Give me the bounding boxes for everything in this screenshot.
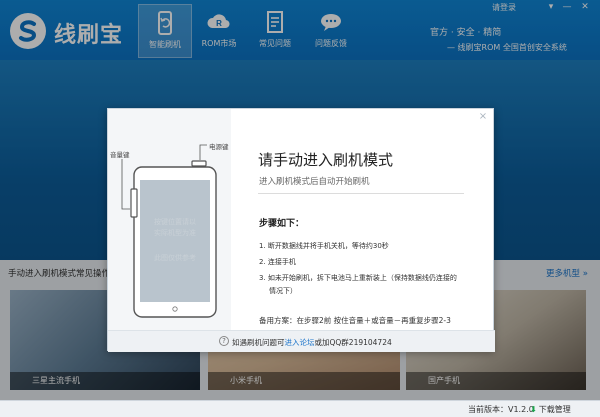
volume-key-label: 音量键	[110, 151, 130, 159]
dialog-title: 请手动进入刷机模式	[258, 151, 394, 169]
status-bar: 当前版本：V1.2.0 ⬇ 下载管理	[0, 400, 600, 417]
download-manager-button[interactable]: ⬇ 下载管理	[530, 404, 571, 415]
phone-screen-note-ref: 此图仅供参考	[154, 254, 196, 262]
dialog-footer: ? 如遇刷机问题可进入论坛或加QQ群219104724	[108, 330, 495, 352]
help-prefix: 如遇刷机问题可	[232, 338, 285, 347]
forum-link[interactable]: 进入论坛	[285, 338, 315, 347]
step-item: 3. 如未开始刷机，拆下电池马上重新装上（保持数据线仍连接的	[259, 274, 457, 282]
phone-illustration: 音量键 电源键 按键位置请以 实际机型为准 此图仅供参考	[108, 109, 231, 330]
help-suffix: 或加QQ群219104724	[314, 338, 392, 347]
flash-mode-dialog: × 音量键 电源键 按键位置请以 实际机型为准 此图仅供参考 请手动进入刷机模式…	[107, 108, 495, 352]
version-label: 当前版本：V1.2.0	[468, 405, 534, 414]
backup-plan-text: 备用方案：在步骤2前 按住音量＋或音量－再重复步骤2-3	[259, 316, 451, 325]
help-icon: ?	[219, 336, 229, 346]
dialog-divider	[258, 193, 464, 194]
step-item: 2. 连接手机	[259, 258, 296, 266]
download-icon: ⬇	[530, 405, 537, 414]
step-item-cont: 情况下）	[269, 287, 297, 295]
power-key-label: 电源键	[209, 143, 229, 151]
steps-title: 步骤如下：	[259, 219, 305, 229]
phone-screen-note: 按键位置请以 实际机型为准	[154, 218, 196, 237]
step-item: 1. 断开数据线并将手机关机，等待约30秒	[259, 242, 389, 250]
download-label: 下载管理	[538, 405, 571, 414]
help-text: 如遇刷机问题可进入论坛或加QQ群219104724	[232, 337, 392, 348]
dialog-subtitle: 进入刷机模式后自动开始刷机	[259, 177, 370, 187]
dialog-close-icon[interactable]: ×	[477, 111, 489, 123]
